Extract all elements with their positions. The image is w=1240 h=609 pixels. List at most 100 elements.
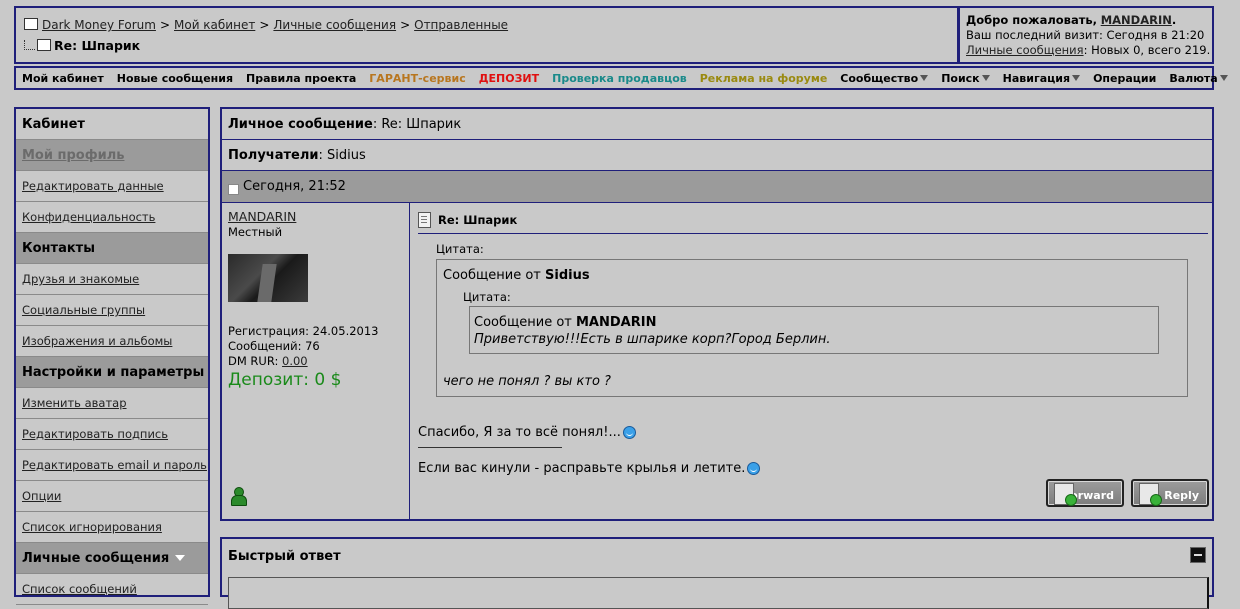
main-navbar: Мой кабинет Новые сообщения Правила проект…	[14, 66, 1228, 90]
quote-inner-text: Приветствую!!!Есть в шпарике корп?Город …	[474, 332, 831, 347]
dm-rur-label: DM RUR:	[228, 354, 279, 368]
nav-item-3[interactable]: ГАРАНТ-сервис	[369, 72, 465, 85]
recipients-value: : Sidius	[318, 147, 366, 163]
welcome-panel: Добро пожаловать, MANDARIN. Ваш последни…	[958, 6, 1214, 64]
sidebar-item-edit-email-password[interactable]: Редактировать email и пароль	[16, 450, 208, 481]
sidebar-item-social-groups[interactable]: Социальные группы	[16, 295, 208, 326]
nav-item-5[interactable]: Проверка продавцов	[552, 72, 687, 85]
author-rank: Местный	[228, 225, 283, 239]
breadcrumb-sent[interactable]: Отправленные	[414, 18, 508, 32]
page-title: Re: Шпарик	[24, 38, 140, 53]
dropdown-arrow-icon[interactable]	[981, 75, 990, 81]
thread-title: Re: Шпарик	[54, 38, 141, 53]
sidebar-link-edit-email-password[interactable]: Редактировать email и пароль	[22, 458, 207, 472]
breadcrumb-pm[interactable]: Личные сообщения	[273, 18, 396, 32]
sidebar-item-options[interactable]: Опции	[16, 481, 208, 512]
nav-item-0[interactable]: Мой кабинет	[22, 72, 104, 85]
sidebar-item-edit-data[interactable]: Редактировать данные	[16, 171, 208, 202]
sidebar-item-privacy[interactable]: Конфиденциальность	[16, 202, 208, 233]
quote-outer-text: чего не понял ? вы кто ?	[443, 374, 611, 389]
nav-item-1[interactable]: Новые сообщения	[117, 72, 233, 85]
forward-button[interactable]: Forward	[1046, 479, 1124, 507]
post-title: Re: Шпарик	[438, 213, 518, 227]
quote-label-inner: Цитата:	[463, 290, 511, 304]
sidebar-item-ignore-list[interactable]: Список игнорирования	[16, 512, 208, 543]
author-deposit: Депозит: 0 $	[228, 370, 342, 390]
dropdown-arrow-icon[interactable]	[920, 75, 929, 81]
quote-inner: Сообщение от MANDARIN Приветствую!!!Есть…	[469, 306, 1159, 354]
reply-button[interactable]: Reply	[1131, 479, 1209, 507]
quote-outer-author: Sidius	[545, 268, 590, 283]
dm-rur-value[interactable]: 0.00	[282, 354, 308, 368]
message-subject-row: Личное сообщение: Re: Шпарик	[222, 109, 1212, 140]
breadcrumb-separator: >	[159, 18, 170, 32]
smile-icon	[747, 462, 761, 475]
chevron-down-icon[interactable]	[175, 555, 186, 561]
author-info: MANDARIN Местный Регистрация: 24.05.2013…	[222, 203, 410, 519]
document-icon	[418, 212, 431, 228]
nav-item-7[interactable]: Сообщество	[840, 72, 918, 85]
nav-item-8[interactable]: Поиск	[941, 72, 979, 85]
quote-outer: Сообщение от Sidius Цитата: Сообщение от…	[436, 259, 1188, 397]
folder-icon[interactable]	[24, 18, 38, 30]
signature-divider	[418, 447, 562, 448]
sidebar-heading-private-messages[interactable]: Личные сообщения	[16, 543, 208, 574]
signature: Если вас кинули - расправьте крылья и ле…	[418, 461, 761, 476]
sidebar-link-images-albums[interactable]: Изображения и альбомы	[22, 334, 172, 348]
sidebar-link-message-list[interactable]: Список сообщений	[22, 582, 137, 596]
collapse-icon[interactable]	[1190, 547, 1206, 563]
nav-item-2[interactable]: Правила проекта	[246, 72, 356, 85]
smile-icon	[622, 426, 636, 439]
sidebar-link-edit-signature[interactable]: Редактировать подпись	[22, 427, 168, 441]
nav-item-11[interactable]: Валюта	[1169, 72, 1217, 85]
sidebar-heading-cabinet: Кабинет	[16, 109, 208, 140]
dropdown-arrow-icon[interactable]	[1072, 75, 1081, 81]
sidebar-item-my-profile[interactable]: Мой профиль	[16, 140, 208, 171]
quote-inner-header: Сообщение от MANDARIN	[474, 315, 657, 330]
online-status-icon	[230, 487, 247, 506]
dropdown-arrow-icon[interactable]	[1219, 75, 1228, 81]
sidebar-heading-settings: Настройки и параметры	[16, 357, 208, 388]
sidebar-item-edit-signature[interactable]: Редактировать подпись	[16, 419, 208, 450]
sidebar-link-ignore-list[interactable]: Список игнорирования	[22, 520, 162, 534]
nav-item-9[interactable]: Навигация	[1003, 72, 1070, 85]
sidebar-link-options[interactable]: Опции	[22, 489, 61, 503]
sidebar-link-privacy[interactable]: Конфиденциальность	[22, 210, 155, 224]
author-name[interactable]: MANDARIN	[228, 209, 296, 224]
user-cp-sidebar: Кабинет Мой профиль Редактировать данные…	[14, 107, 210, 605]
quote-inner-author: MANDARIN	[576, 315, 657, 330]
sidebar-item-change-avatar[interactable]: Изменить аватар	[16, 388, 208, 419]
quote-label: Цитата:	[436, 242, 484, 256]
private-message-panel: Личное сообщение: Re: Шпарик Получатели:…	[220, 107, 1214, 521]
post-content: Re: Шпарик Цитата: Сообщение от Sidius Ц…	[416, 203, 1209, 519]
pm-link[interactable]: Личные сообщения	[966, 43, 1084, 57]
last-visit: Ваш последний визит: Сегодня в 21:20	[966, 28, 1205, 42]
nav-item-6[interactable]: Реклама на форуме	[700, 72, 828, 85]
quick-reply-title: Быстрый ответ	[228, 549, 341, 564]
sidebar-link-edit-data[interactable]: Редактировать данные	[22, 179, 164, 193]
post-body: Спасибо, Я за то всё понял!...	[418, 425, 636, 440]
author-registration: Регистрация: 24.05.2013	[228, 324, 379, 338]
sidebar-link-change-avatar[interactable]: Изменить аватар	[22, 396, 127, 410]
breadcrumb-forum[interactable]: Dark Money Forum	[42, 18, 156, 32]
quick-reply-editor[interactable]	[228, 577, 1209, 609]
message-recipients-row: Получатели: Sidius	[222, 140, 1212, 171]
select-checkbox[interactable]	[228, 184, 239, 195]
pm-counts: : Новых 0, всего 219.	[1083, 43, 1211, 57]
breadcrumb-separator: >	[400, 18, 411, 32]
tree-branch-icon	[24, 40, 35, 50]
nav-item-4[interactable]: ДЕПОЗИТ	[479, 72, 539, 85]
sidebar-link-friends[interactable]: Друзья и знакомые	[22, 272, 139, 286]
breadcrumb-cabinet[interactable]: Мой кабинет	[174, 18, 255, 32]
nav-item-10[interactable]: Операции	[1093, 72, 1156, 85]
post-date-bar: Сегодня, 21:52	[222, 171, 1212, 203]
sidebar-item-images-albums[interactable]: Изображения и альбомы	[16, 326, 208, 357]
avatar[interactable]	[228, 254, 308, 302]
recipients-label: Получатели	[228, 147, 319, 163]
quick-reply-panel: Быстрый ответ	[220, 537, 1214, 609]
sidebar-link-social-groups[interactable]: Социальные группы	[22, 303, 145, 317]
quote-outer-header: Сообщение от Sidius	[443, 268, 590, 283]
sidebar-item-friends[interactable]: Друзья и знакомые	[16, 264, 208, 295]
sidebar-item-message-list[interactable]: Список сообщений	[16, 574, 208, 605]
welcome-username[interactable]: MANDARIN	[1101, 13, 1172, 27]
